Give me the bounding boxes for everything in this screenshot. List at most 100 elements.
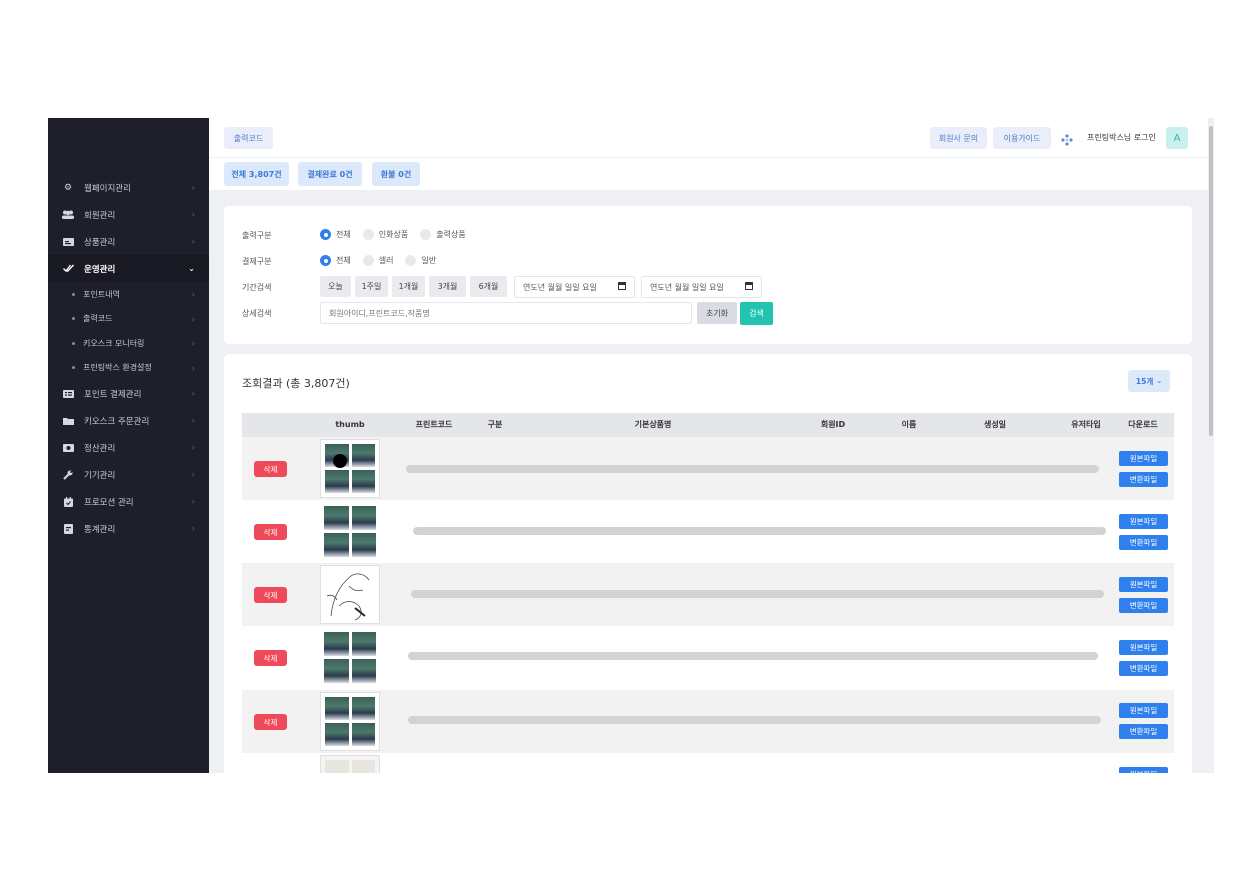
sidebar-item-kiosk-orders[interactable]: 키오스크 주문관리 › — [48, 407, 209, 434]
column-header[interactable]: 구분 — [488, 413, 503, 437]
sidebar-subitem-kiosk-monitoring[interactable]: 키오스크 모니터링 › — [48, 331, 209, 356]
avatar-letter: A — [1173, 132, 1181, 144]
line-drawing-image — [326, 573, 370, 621]
sidebar-item-products[interactable]: 상품관리 › — [48, 228, 209, 255]
column-header[interactable]: 생성일 — [984, 413, 1006, 437]
column-header[interactable]: thumb — [335, 413, 364, 437]
radio — [362, 229, 374, 240]
original-file-button[interactable]: 원본파일 — [1119, 577, 1168, 592]
sidebar-item-statistics[interactable]: 통계관리 › — [48, 515, 209, 542]
delete-button[interactable]: 삭제 — [254, 714, 287, 730]
output-type-option-print[interactable]: 출력상품 — [420, 229, 466, 240]
sidebar-item-operations[interactable]: 운영관리 ⌄ — [48, 255, 209, 282]
payment-type-option-general[interactable]: 일반 — [405, 255, 436, 266]
scrollbar-thumb[interactable] — [1209, 126, 1213, 436]
calendar-icon[interactable] — [745, 282, 753, 290]
payment-type-radios: 전체 셀러 일반 — [320, 255, 448, 266]
calendar-icon[interactable] — [618, 282, 626, 290]
sidebar-item-members[interactable]: 회원관리 › — [48, 201, 209, 228]
sidebar-item-devices[interactable]: 기기관리 › — [48, 461, 209, 488]
breadcrumb-button[interactable]: 출력코드 — [224, 127, 273, 149]
radio-selected — [320, 255, 331, 266]
thumbnail-image[interactable] — [320, 439, 380, 498]
option-label: 전체 — [336, 256, 351, 265]
top-header: 출력코드 회원사 문의 이용가이드 프린팅박스님 로그인 — [209, 118, 1214, 158]
sidebar-subitem-points[interactable]: 포인트내역 › — [48, 282, 209, 307]
payment-type-option-seller[interactable]: 셀러 — [362, 255, 393, 266]
thumbnail-image[interactable] — [320, 692, 380, 751]
converted-file-button[interactable]: 변환파일 — [1119, 724, 1168, 739]
button-label: 3개월 — [437, 282, 458, 291]
output-type-radios: 전체 인화상품 출력상품 — [320, 229, 478, 240]
column-header[interactable]: 이름 — [902, 413, 917, 437]
column-header[interactable]: 프린트코드 — [416, 413, 453, 437]
page-scrollbar[interactable] — [1208, 118, 1214, 773]
chevron-right-icon: › — [191, 237, 195, 246]
column-header[interactable]: 기본상품명 — [635, 413, 672, 437]
payment-type-option-all[interactable]: 전체 — [320, 255, 351, 266]
converted-file-button[interactable]: 변환파일 — [1119, 661, 1168, 676]
connection-icon[interactable] — [1061, 131, 1073, 150]
detail-search-input[interactable] — [320, 302, 692, 324]
thumbnail-image[interactable] — [320, 565, 380, 624]
sidebar-item-label: 상품관리 — [84, 237, 116, 248]
thumbnail-image[interactable] — [320, 628, 380, 687]
sidebar-item-webpage[interactable]: ⚙ 웹페이지관리 › — [48, 174, 209, 201]
table-header: thumb 프린트코드 구분 기본상품명 회원ID 이름 생성일 유저타입 다운… — [242, 413, 1174, 437]
delete-button[interactable]: 삭제 — [254, 587, 287, 603]
sidebar-item-label: 프로모션 관리 — [84, 497, 134, 508]
guide-button[interactable]: 이용가이드 — [993, 127, 1051, 149]
list-card-icon — [62, 389, 74, 399]
period-1month-button[interactable]: 1개월 — [392, 276, 425, 297]
output-type-option-photo[interactable]: 인화상품 — [362, 229, 408, 240]
tab-all[interactable]: 전체 3,807건 — [224, 162, 289, 186]
period-3month-button[interactable]: 3개월 — [429, 276, 466, 297]
output-type-option-all[interactable]: 전체 — [320, 229, 351, 240]
original-file-button[interactable]: 원본파일 — [1119, 451, 1168, 466]
photo-tile — [325, 470, 349, 493]
period-6month-button[interactable]: 6개월 — [470, 276, 507, 297]
original-file-button[interactable]: 원본파일 — [1119, 640, 1168, 655]
thumbnail-image[interactable] — [320, 502, 380, 561]
reset-button[interactable]: 초기화 — [697, 302, 737, 324]
tab-refund[interactable]: 환불 0건 — [372, 162, 420, 186]
sidebar-subitem-printbox-settings[interactable]: 프린팅박스 환경설정 › — [48, 356, 209, 381]
button-label: 변환파일 — [1129, 664, 1158, 673]
sidebar-subitem-output-code[interactable]: 출력코드 › — [48, 307, 209, 332]
inquiry-button[interactable]: 회원사 문의 — [930, 127, 987, 149]
original-file-button[interactable]: 원본파일 — [1119, 514, 1168, 529]
converted-file-button[interactable]: 변환파일 — [1119, 472, 1168, 487]
avatar[interactable]: A — [1166, 127, 1188, 149]
chevron-right-icon: › — [191, 524, 195, 533]
original-file-button[interactable]: 원본파일 — [1119, 767, 1168, 773]
button-label: 1주일 — [361, 282, 382, 291]
column-header[interactable]: 회원ID — [821, 413, 845, 437]
per-page-select[interactable]: 15개 ⌄ — [1128, 370, 1170, 392]
column-header[interactable]: 다운로드 — [1128, 413, 1157, 437]
delete-button[interactable]: 삭제 — [254, 524, 287, 540]
search-button[interactable]: 검색 — [740, 302, 773, 325]
user-login-label[interactable]: 프린팅박스님 로그인 — [1087, 132, 1156, 143]
sidebar-menu: ⚙ 웹페이지관리 › 회원관리 › 상품관리 › 운영관리 ⌄ 포인트내역 › … — [48, 174, 209, 542]
button-label: 삭제 — [263, 527, 278, 537]
sidebar-item-settlement[interactable]: 정산관리 › — [48, 434, 209, 461]
delete-button[interactable]: 삭제 — [254, 461, 287, 477]
converted-file-button[interactable]: 변환파일 — [1119, 535, 1168, 550]
period-today-button[interactable]: 오늘 — [320, 276, 351, 297]
date-to-input[interactable]: 연도년 월월 일일 요일 — [641, 276, 762, 298]
period-1week-button[interactable]: 1주일 — [355, 276, 388, 297]
button-label: 원본파일 — [1129, 517, 1158, 526]
sidebar-item-point-payments[interactable]: 포인트 결제관리 › — [48, 380, 209, 407]
original-file-button[interactable]: 원본파일 — [1119, 703, 1168, 718]
sidebar-item-label: 운영관리 — [84, 264, 116, 275]
tab-paid[interactable]: 결제완료 0건 — [298, 162, 362, 186]
column-header[interactable]: 유저타입 — [1071, 413, 1100, 437]
users-icon — [62, 210, 74, 220]
chevron-right-icon: › — [191, 470, 195, 479]
date-from-input[interactable]: 연도년 월월 일일 요일 — [514, 276, 635, 298]
thumbnail-image[interactable] — [320, 755, 380, 773]
sidebar-item-promotions[interactable]: 프로모션 관리 › — [48, 488, 209, 515]
check-double-icon — [62, 264, 74, 274]
converted-file-button[interactable]: 변환파일 — [1119, 598, 1168, 613]
delete-button[interactable]: 삭제 — [254, 650, 287, 666]
